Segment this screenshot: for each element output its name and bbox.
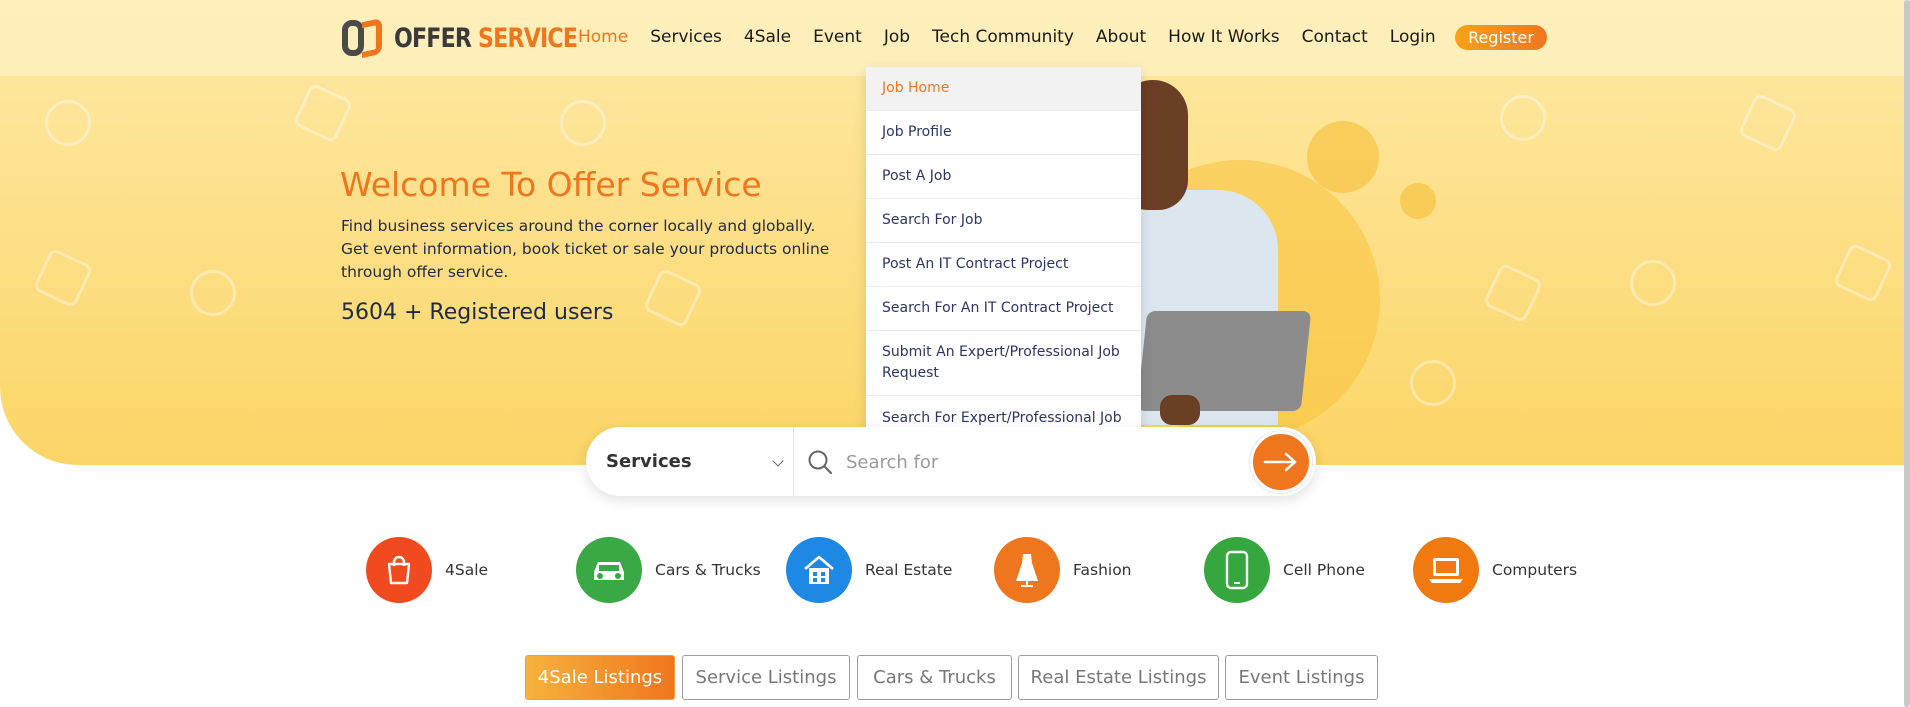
nav-services[interactable]: Services bbox=[650, 27, 722, 47]
nav-job[interactable]: Job bbox=[884, 27, 910, 47]
category-cell-phone[interactable]: Cell Phone bbox=[1204, 537, 1365, 603]
doodle-icon bbox=[292, 82, 354, 144]
scrollbar-thumb[interactable] bbox=[1904, 0, 1910, 707]
search-input[interactable] bbox=[846, 447, 1226, 477]
doodle-icon bbox=[1500, 95, 1546, 141]
search-icon bbox=[808, 450, 833, 475]
category-cars-trucks[interactable]: Cars & Trucks bbox=[576, 537, 761, 603]
page-scrollbar[interactable] bbox=[1904, 0, 1910, 707]
doodle-icon bbox=[1737, 92, 1799, 154]
job-menu-job-home[interactable]: Job Home bbox=[866, 67, 1141, 111]
nav-event[interactable]: Event bbox=[813, 27, 862, 47]
doodle-icon bbox=[45, 100, 91, 146]
nav-home[interactable]: Home bbox=[578, 27, 628, 47]
category-fashion[interactable]: Fashion bbox=[994, 537, 1132, 603]
phone-icon bbox=[1204, 537, 1270, 603]
search-submit-button[interactable] bbox=[1250, 431, 1312, 493]
logo-text: OFFER SERVICE bbox=[394, 22, 578, 54]
logo-text-service: SERVICE bbox=[478, 22, 578, 54]
category-label: 4Sale bbox=[445, 561, 489, 579]
category-label: Cell Phone bbox=[1283, 561, 1365, 579]
laptop-icon bbox=[1413, 537, 1479, 603]
hero-description: Find business services around the corner… bbox=[341, 217, 830, 281]
nav-how-it-works[interactable]: How It Works bbox=[1168, 27, 1279, 47]
search-bar: Services bbox=[586, 427, 1316, 496]
logo-mark-icon bbox=[342, 17, 384, 59]
category-label: Cars & Trucks bbox=[655, 561, 761, 579]
doodle-icon bbox=[560, 100, 606, 146]
nav-about[interactable]: About bbox=[1096, 27, 1146, 47]
top-navbar: OFFER SERVICE Home Services 4Sale Event … bbox=[0, 0, 1904, 76]
register-button[interactable]: Register bbox=[1455, 25, 1547, 50]
hero-laptop bbox=[1136, 311, 1312, 411]
doodle-icon bbox=[190, 270, 236, 316]
doodle-icon bbox=[32, 247, 94, 309]
tab-cars-trucks[interactable]: Cars & Trucks bbox=[857, 655, 1012, 700]
job-dropdown-menu: Job Home Job Profile Post A Job Search F… bbox=[866, 67, 1141, 461]
nav-login[interactable]: Login bbox=[1390, 27, 1436, 47]
dress-icon bbox=[994, 537, 1060, 603]
shopping-bag-icon bbox=[366, 537, 432, 603]
hero-person-hand bbox=[1160, 395, 1200, 425]
doodle-icon bbox=[1832, 242, 1894, 304]
hero-bubble bbox=[1400, 183, 1436, 219]
nav-contact[interactable]: Contact bbox=[1302, 27, 1368, 47]
job-menu-job-profile[interactable]: Job Profile bbox=[866, 111, 1141, 155]
brand-logo[interactable]: OFFER SERVICE bbox=[342, 17, 617, 59]
tab-service-listings[interactable]: Service Listings bbox=[682, 655, 850, 700]
tab-4sale-listings[interactable]: 4Sale Listings bbox=[525, 655, 675, 700]
job-menu-search-it-contract[interactable]: Search For An IT Contract Project bbox=[866, 287, 1141, 331]
search-category-value: Services bbox=[606, 451, 692, 472]
job-menu-post-it-contract[interactable]: Post An IT Contract Project bbox=[866, 243, 1141, 287]
nav-tech-community[interactable]: Tech Community bbox=[932, 27, 1074, 47]
car-icon bbox=[576, 537, 642, 603]
doodle-icon bbox=[1482, 262, 1544, 324]
job-menu-search-job[interactable]: Search For Job bbox=[866, 199, 1141, 243]
nav-4sale[interactable]: 4Sale bbox=[744, 27, 791, 47]
hero-bubble bbox=[1307, 121, 1379, 193]
tab-real-estate-listings[interactable]: Real Estate Listings bbox=[1018, 655, 1219, 700]
hero-title: Welcome To Offer Service bbox=[340, 165, 762, 204]
logo-text-offer: OFFER bbox=[394, 22, 472, 54]
chevron-down-icon bbox=[772, 455, 784, 467]
category-label: Real Estate bbox=[865, 561, 953, 579]
main-menu: Home Services 4Sale Event Job Tech Commu… bbox=[578, 24, 1458, 50]
job-menu-submit-expert-request[interactable]: Submit An Expert/Professional Job Reques… bbox=[866, 331, 1141, 396]
category-computers[interactable]: Computers bbox=[1413, 537, 1577, 603]
tab-event-listings[interactable]: Event Listings bbox=[1225, 655, 1378, 700]
registered-users-count: 5604 + Registered users bbox=[341, 300, 614, 325]
category-real-estate[interactable]: Real Estate bbox=[786, 537, 952, 603]
house-icon bbox=[786, 537, 852, 603]
doodle-icon bbox=[1410, 360, 1456, 406]
arrow-right-icon bbox=[1263, 452, 1297, 472]
category-label: Fashion bbox=[1073, 561, 1132, 579]
category-label: Computers bbox=[1492, 561, 1578, 579]
category-4sale[interactable]: 4Sale bbox=[366, 537, 488, 603]
job-menu-post-job[interactable]: Post A Job bbox=[866, 155, 1141, 199]
search-category-select[interactable]: Services bbox=[586, 427, 794, 496]
doodle-icon bbox=[1630, 260, 1676, 306]
